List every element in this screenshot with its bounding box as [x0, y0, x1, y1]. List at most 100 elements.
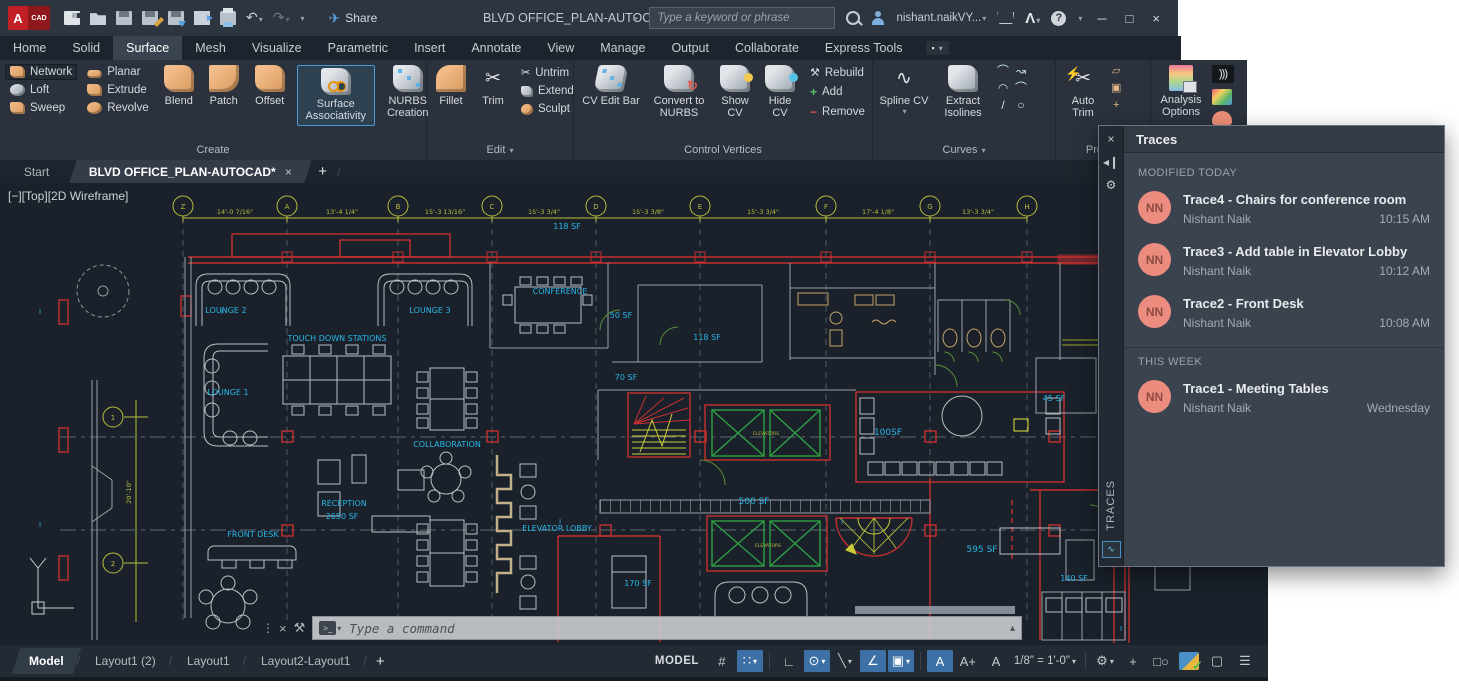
ribbon-tab-annotate[interactable]: Annotate — [458, 36, 534, 60]
share-button[interactable]: ✈ Share — [329, 10, 378, 27]
export-button[interactable] — [194, 11, 213, 25]
autocad-logo-icon[interactable]: A CAD — [8, 6, 50, 30]
fillet-button[interactable]: Fillet — [433, 65, 469, 107]
object-snap-toggle[interactable]: ▣ ▾ — [887, 650, 914, 672]
project-vector-icon[interactable]: + — [1111, 99, 1121, 112]
surface-associativity-toggle[interactable]: Surface Associativity — [296, 65, 375, 126]
search-input[interactable]: Type a keyword or phrase — [649, 7, 836, 29]
new-file-button[interactable] — [64, 11, 82, 25]
ribbon-tab-insert[interactable]: Insert — [401, 36, 458, 60]
analysis-options-button[interactable]: Analysis Options — [1157, 65, 1205, 119]
panel-caption-curves[interactable]: Curves ▾ — [873, 143, 1055, 160]
qat-customize-button[interactable]: ▾ — [301, 14, 305, 23]
palette-autohide-icon[interactable]: ◂❙ — [1103, 155, 1119, 169]
new-layout-button[interactable]: + — [367, 653, 394, 670]
trace-toolbar-icon[interactable]: ∿ — [1101, 541, 1121, 558]
loft-button[interactable]: Loft — [6, 83, 76, 97]
ortho-mode-toggle[interactable]: ∟ — [776, 650, 802, 672]
panel-caption-create[interactable]: Create — [0, 143, 426, 160]
trace-item-trace3[interactable]: NN Trace3 - Add table in Elevator Lobby Ni… — [1138, 243, 1430, 278]
command-close-icon[interactable]: × — [279, 621, 287, 636]
panel-caption-edit[interactable]: Edit ▾ — [427, 143, 573, 160]
object-snap-tracking-toggle[interactable]: ∠ — [859, 650, 886, 672]
isometric-drafting-toggle[interactable]: ╲ ▾ — [832, 650, 858, 672]
ribbon-tab-view[interactable]: View — [534, 36, 587, 60]
show-cv-button[interactable]: Show CV — [716, 65, 754, 120]
command-recent-icon[interactable]: >_ — [319, 621, 337, 635]
blend-button[interactable]: Blend — [160, 65, 198, 107]
palette-properties-gear-icon[interactable]: ⚙ — [1106, 178, 1117, 192]
customization-button[interactable]: + — [1120, 650, 1146, 672]
command-customize-wrench-icon[interactable]: ⚒ — [294, 620, 306, 636]
minimize-button[interactable]: ─ — [1093, 11, 1110, 26]
ribbon-tab-visualize[interactable]: Visualize — [239, 36, 315, 60]
clean-screen-toggle[interactable]: ▢ — [1204, 650, 1230, 672]
spline-cv-button[interactable]: ∿ Spline CV ▾ — [879, 65, 929, 116]
blend-curve-icon[interactable]: ⌒ — [997, 65, 1009, 78]
annotation-scale-icon[interactable]: A — [983, 650, 1009, 672]
offset-button[interactable]: Offset — [250, 65, 290, 107]
line-icon[interactable]: / — [997, 99, 1009, 112]
hide-cv-button[interactable]: Hide CV — [761, 65, 799, 120]
cv-edit-bar-button[interactable]: CV Edit Bar — [580, 65, 642, 107]
command-grip-icon[interactable]: ⋮ — [262, 621, 274, 635]
status-menu-button[interactable]: ☰ — [1232, 650, 1258, 672]
viewport-controls[interactable]: [−][Top][2D Wireframe] — [8, 189, 128, 203]
autodesk-icon[interactable]: Λ▾ — [1025, 10, 1040, 27]
command-input[interactable]: >_ ▾ Type a command ▴ — [312, 616, 1022, 640]
sculpt-button[interactable]: Sculpt — [517, 102, 578, 116]
extract-isolines-button[interactable]: Extract Isolines — [936, 65, 990, 120]
planar-button[interactable]: Planar — [83, 65, 153, 79]
revolve-button[interactable]: Revolve — [83, 101, 153, 115]
trace-item-trace4[interactable]: NN Trace4 - Chairs for conference room Nis… — [1138, 191, 1430, 226]
ribbon-tab-express-tools[interactable]: Express Tools — [812, 36, 916, 60]
curvature-analysis-icon[interactable] — [1212, 89, 1232, 105]
patch-button[interactable]: Patch — [205, 65, 243, 107]
layout-tab-layout2-layout1[interactable]: Layout2-Layout1 — [244, 648, 368, 674]
user-avatar-icon[interactable] — [871, 11, 885, 25]
ribbon-tab-output[interactable]: Output — [658, 36, 722, 60]
command-line[interactable]: ⋮ × ⚒ >_ ▾ Type a command ▴ — [262, 616, 1022, 640]
sweep-button[interactable]: Sweep — [6, 101, 76, 115]
tab-start[interactable]: Start — [4, 160, 69, 183]
open-file-button[interactable] — [90, 13, 106, 25]
layout-tab-model[interactable]: Model — [11, 648, 81, 674]
grid-display-toggle[interactable]: # — [709, 650, 735, 672]
close-button[interactable]: × — [1148, 11, 1164, 26]
zebra-analysis-icon[interactable]: ))) — [1212, 65, 1234, 83]
horizontal-scrollbar-thumb[interactable] — [855, 606, 1015, 614]
ribbon-tab-surface[interactable]: Surface — [113, 36, 183, 60]
extrude-button[interactable]: Extrude — [83, 83, 153, 97]
app-store-cart-icon[interactable] — [997, 12, 1015, 24]
undo-button[interactable]: ↶▾ — [246, 10, 263, 27]
drawing-canvas[interactable]: [−][Top][2D Wireframe] Z A B C D E F G H 14'-0 7/… — [0, 183, 1268, 645]
auto-trim-button[interactable]: ✂Auto Trim — [1062, 65, 1104, 120]
add-cv-button[interactable]: + Add — [806, 84, 869, 100]
offset-curve-icon[interactable]: ↝ — [1015, 65, 1027, 78]
spline-knot-icon[interactable]: ◠ — [997, 82, 1009, 95]
arc-icon[interactable]: ⌒ — [1015, 82, 1027, 95]
save-as-button[interactable] — [142, 11, 158, 25]
network-button[interactable]: Network — [4, 64, 78, 80]
trace-item-trace2[interactable]: NN Trace2 - Front Desk Nishant Naik 10:08 A… — [1138, 295, 1430, 330]
help-dropdown[interactable]: ▾ — [1078, 14, 1082, 23]
plot-button[interactable] — [220, 8, 236, 27]
palette-close-icon[interactable]: × — [1107, 132, 1114, 146]
new-drawing-tab-button[interactable]: + — [308, 160, 337, 183]
layout-tab-layout1[interactable]: Layout1 — [170, 648, 247, 674]
remove-cv-button[interactable]: − Remove — [806, 104, 869, 120]
panel-caption-control-vertices[interactable]: Control Vertices — [574, 143, 872, 160]
ribbon-tab-home[interactable]: Home — [0, 36, 59, 60]
search-icon[interactable] — [846, 11, 861, 25]
trace-item-trace1[interactable]: NN Trace1 - Meeting Tables Nishant Naik Wed… — [1138, 380, 1430, 415]
ribbon-tab-parametric[interactable]: Parametric — [315, 36, 401, 60]
annotation-visibility-toggle[interactable]: A — [926, 650, 953, 672]
extend-button[interactable]: Extend — [517, 84, 578, 98]
ribbon-tab-mesh[interactable]: Mesh — [182, 36, 239, 60]
draft-angle-analysis-icon[interactable] — [1212, 111, 1232, 125]
layout-tab-layout1-2[interactable]: Layout1 (2) — [78, 648, 173, 674]
batch-save-button[interactable] — [168, 11, 186, 27]
polar-tracking-toggle[interactable]: ⊙ ▾ — [803, 650, 830, 672]
floor-plan[interactable]: Z A B C D E F G H 14'-0 7/16" 13'-4 1/4" 15'-3 13/1… — [0, 183, 1268, 645]
untrim-button[interactable]: ✂ Untrim — [517, 65, 578, 80]
